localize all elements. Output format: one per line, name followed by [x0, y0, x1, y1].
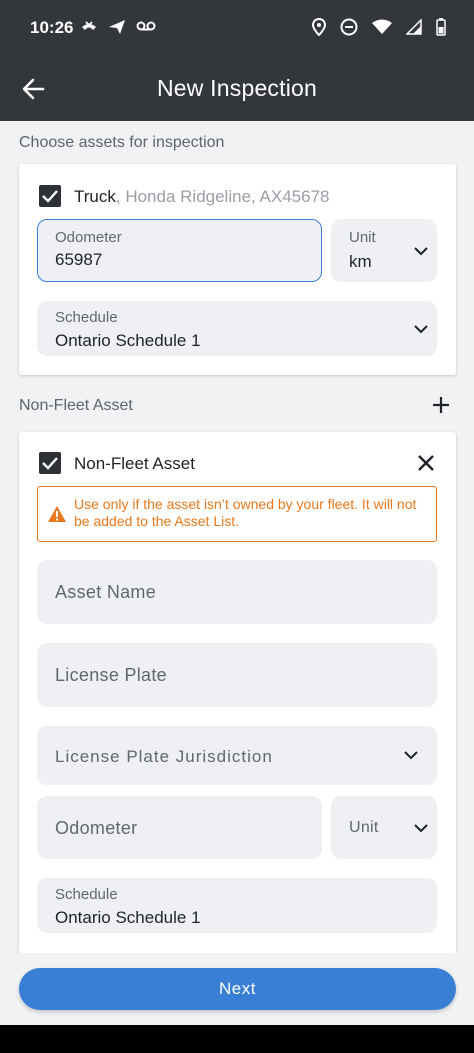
close-icon — [418, 455, 434, 471]
non-fleet-card: Non-Fleet Asset Use only if the asset is… — [19, 432, 456, 954]
warning-icon — [48, 506, 66, 522]
section-label-assets: Choose assets for inspection — [19, 134, 225, 151]
odometer-label: Odometer — [55, 229, 122, 246]
signal-icon — [406, 19, 422, 35]
schedule-value: Ontario Schedule 1 — [55, 331, 201, 350]
page-title: New Inspection — [156, 75, 318, 101]
send-icon — [109, 20, 125, 34]
unit-select[interactable]: Unit km — [331, 219, 437, 282]
battery-icon — [436, 18, 446, 36]
plus-icon — [433, 397, 449, 413]
asset-type: Truck — [74, 187, 116, 206]
asset-details: , Honda Ridgeline, AX45678 — [115, 187, 330, 206]
asset-name-placeholder: Asset Name — [55, 582, 157, 602]
chevron-down-icon — [404, 751, 418, 760]
voicemail-icon — [136, 21, 156, 31]
jurisdiction-placeholder: License Plate Jurisdiction — [55, 747, 273, 766]
odometer-field[interactable]: Odometer 65987 — [37, 219, 322, 282]
status-notification-icons — [80, 19, 156, 35]
check-icon — [42, 190, 58, 203]
system-nav-bar — [0, 1025, 474, 1053]
next-button[interactable]: Next — [19, 968, 456, 1010]
non-fleet-odometer-input[interactable]: Odometer — [37, 796, 322, 859]
section-label-non-fleet: Non-Fleet Asset — [19, 397, 133, 414]
non-fleet-schedule-label: Schedule — [55, 886, 118, 903]
chevron-down-icon — [414, 824, 428, 833]
remove-non-fleet-button[interactable] — [416, 453, 436, 473]
license-plate-placeholder: License Plate — [55, 665, 167, 685]
add-non-fleet-button[interactable] — [430, 394, 452, 416]
chevron-down-icon — [414, 247, 428, 256]
check-icon — [42, 457, 58, 470]
asset-card: Truck, Honda Ridgeline, AX45678 Odometer… — [19, 164, 456, 375]
asset-name-input[interactable]: Asset Name — [37, 560, 437, 624]
status-system-icons — [312, 18, 446, 36]
chevron-down-icon — [414, 325, 428, 334]
non-fleet-schedule-value: Ontario Schedule 1 — [55, 908, 201, 927]
non-fleet-title: Non-Fleet Asset — [74, 454, 195, 473]
status-time: 10:26 — [30, 18, 74, 37]
non-fleet-unit-placeholder: Unit — [349, 819, 379, 836]
unit-value: km — [349, 252, 372, 271]
unit-label: Unit — [349, 229, 376, 246]
call-forward-icon — [82, 21, 96, 30]
wifi-icon — [372, 19, 392, 34]
warning-banner: Use only if the asset isn’t owned by you… — [37, 486, 437, 542]
schedule-select[interactable]: Schedule Ontario Schedule 1 — [37, 301, 437, 356]
non-fleet-checkbox[interactable] — [39, 452, 61, 474]
location-icon — [312, 18, 326, 36]
non-fleet-odometer-placeholder: Odometer — [55, 818, 138, 838]
non-fleet-unit-select[interactable]: Unit — [331, 796, 437, 859]
do-not-disturb-icon — [340, 18, 358, 36]
asset-title: Truck, Honda Ridgeline, AX45678 — [74, 187, 329, 207]
schedule-label: Schedule — [55, 309, 118, 326]
status-bar: 10:26 — [0, 0, 474, 56]
app-bar: New Inspection — [0, 56, 474, 121]
warning-text: Use only if the asset isn’t owned by you… — [74, 496, 417, 529]
license-plate-input[interactable]: License Plate — [37, 643, 437, 707]
non-fleet-schedule-select[interactable]: Schedule Ontario Schedule 1 — [37, 878, 437, 933]
odometer-value: 65987 — [55, 250, 103, 269]
asset-checkbox[interactable] — [39, 185, 61, 207]
jurisdiction-select[interactable]: License Plate Jurisdiction — [37, 726, 437, 785]
